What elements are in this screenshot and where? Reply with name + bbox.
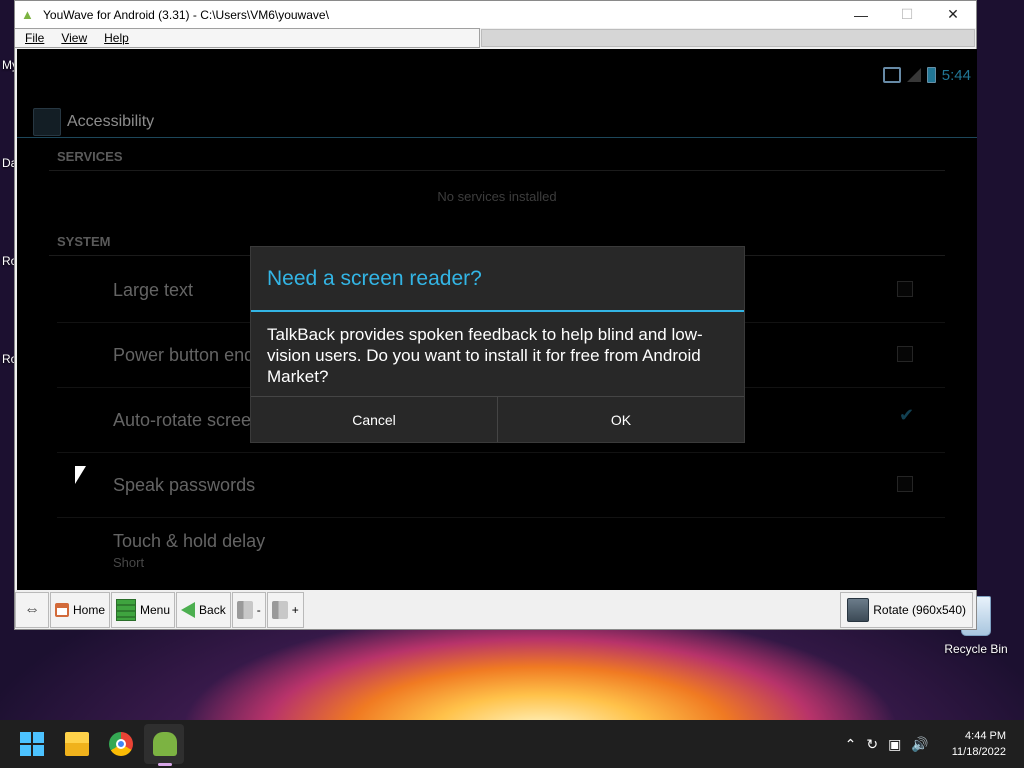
start-icon[interactable] <box>20 732 44 756</box>
minimize-button[interactable]: — <box>838 1 884 28</box>
rotate-button[interactable]: Rotate (960x540) <box>840 592 973 628</box>
screen-reader-dialog: Need a screen reader? TalkBack provides … <box>250 246 745 443</box>
menubar-items: File View Help <box>15 28 480 48</box>
chrome-icon[interactable] <box>109 732 133 756</box>
back-button[interactable]: Back <box>176 592 231 628</box>
window-titlebar[interactable]: ▲ YouWave for Android (3.31) - C:\Users\… <box>15 1 976 28</box>
youwave-window: ▲ YouWave for Android (3.31) - C:\Users\… <box>14 0 977 630</box>
system-tray: ⌃ ↻ ▣ 🔊 4:44 PM 11/18/2022 <box>840 720 1024 768</box>
rotate-label: Rotate (960x540) <box>873 603 966 617</box>
cancel-button[interactable]: Cancel <box>251 397 497 442</box>
network-icon[interactable]: ▣ <box>888 736 901 753</box>
dialog-title-divider <box>251 310 744 312</box>
menu-help[interactable]: Help <box>94 31 136 45</box>
ok-button[interactable]: OK <box>497 397 744 442</box>
mouse-cursor <box>75 466 86 484</box>
android-screen[interactable]: 5:44 Accessibility SERVICES No services … <box>17 49 977 590</box>
taskbar-clock[interactable]: 4:44 PM 11/18/2022 <box>952 728 1006 760</box>
android-app-icon: ▲ <box>21 6 34 22</box>
volume-down-button[interactable]: - <box>231 592 266 628</box>
dialog-message: TalkBack provides spoken feedback to hel… <box>267 325 703 386</box>
volume-up-label: + <box>291 603 299 617</box>
dialog-buttons: Cancel OK <box>251 396 744 442</box>
volume-icon[interactable]: 🔊 <box>911 736 928 753</box>
home-icon <box>55 603 69 617</box>
home-label: Home <box>73 603 106 617</box>
chevron-up-icon[interactable]: ⌃ <box>845 736 857 753</box>
menu-file[interactable]: File <box>15 31 51 45</box>
window-controls: — ☐ ✕ <box>838 1 976 28</box>
emulator-toolbar: ⇔ Home Menu Back - + Rotate (960x540) <box>15 591 976 629</box>
left-right-arrows-icon: ⇔ <box>24 601 40 618</box>
window-title: YouWave for Android (3.31) - C:\Users\VM… <box>43 7 329 22</box>
clock-date: 11/18/2022 <box>951 746 1006 758</box>
speaker-icon <box>236 601 253 619</box>
close-button[interactable]: ✕ <box>930 1 976 28</box>
active-app-indicator <box>158 763 172 766</box>
menu-label: Menu <box>140 603 171 617</box>
back-label: Back <box>199 603 226 617</box>
home-button[interactable]: Home <box>50 592 111 628</box>
menu-button[interactable]: Menu <box>111 592 176 628</box>
volume-down-label: - <box>256 603 261 617</box>
back-arrow-icon <box>181 602 196 618</box>
speaker-icon <box>271 601 288 619</box>
menu-icon <box>116 599 137 621</box>
menubar-spacer <box>481 29 975 47</box>
dialog-title: Need a screen reader? <box>267 267 482 290</box>
clock-time: 4:44 PM <box>965 730 1006 742</box>
sync-icon[interactable]: ↻ <box>866 736 878 753</box>
recycle-bin-label: Recycle Bin <box>944 642 1008 656</box>
rotate-device-icon <box>847 598 870 622</box>
file-explorer-icon[interactable] <box>65 732 89 756</box>
toggle-panel-button[interactable]: ⇔ <box>15 592 49 628</box>
menubar: File View Help <box>15 28 976 48</box>
maximize-button[interactable]: ☐ <box>884 1 930 28</box>
volume-up-button[interactable]: + <box>266 592 304 628</box>
taskbar: ⌃ ↻ ▣ 🔊 4:44 PM 11/18/2022 <box>0 720 1024 768</box>
android-icon[interactable] <box>153 732 177 756</box>
menu-view[interactable]: View <box>51 31 94 45</box>
